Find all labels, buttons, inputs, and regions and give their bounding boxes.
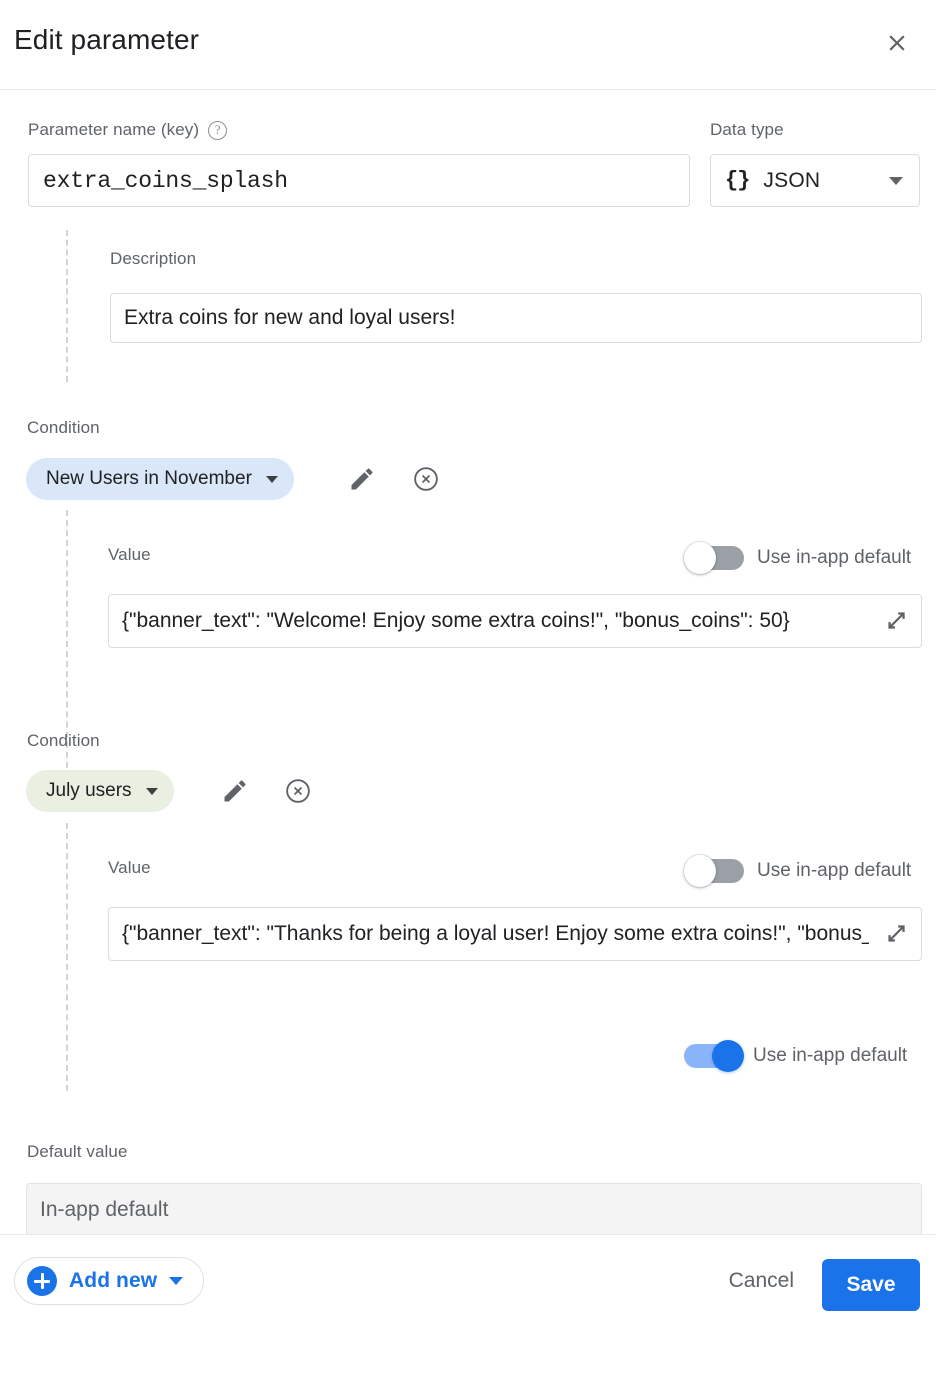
default-use-in-app-default-row: Use in-app default bbox=[684, 1044, 907, 1068]
chevron-down-icon bbox=[169, 1277, 183, 1285]
chevron-down-icon bbox=[266, 476, 278, 483]
value-input-2[interactable]: {"banner_text": "Thanks for being a loya… bbox=[108, 907, 922, 961]
data-type-select[interactable]: {} JSON bbox=[710, 154, 920, 207]
use-in-app-default-label-1: Use in-app default bbox=[757, 547, 911, 569]
edit-condition-button-1[interactable] bbox=[345, 462, 379, 496]
plus-circle-icon bbox=[27, 1266, 57, 1296]
use-in-app-default-row-2: Use in-app default bbox=[688, 859, 911, 883]
parameter-name-input[interactable]: extra_coins_splash bbox=[28, 154, 690, 207]
remove-circle-icon bbox=[412, 465, 440, 493]
expand-value-button-1[interactable] bbox=[879, 604, 913, 638]
value-input-1[interactable]: {"banner_text": "Welcome! Enjoy some ext… bbox=[108, 594, 922, 648]
condition-chip-1[interactable]: New Users in November bbox=[26, 458, 294, 500]
page-title: Edit parameter bbox=[14, 24, 199, 56]
dialog-body: Parameter name (key) ? extra_coins_splas… bbox=[0, 90, 936, 1234]
chevron-down-icon bbox=[146, 788, 158, 795]
toggle-knob bbox=[712, 1040, 744, 1072]
default-use-in-app-default-label: Use in-app default bbox=[753, 1045, 907, 1067]
add-new-button[interactable]: Add new bbox=[14, 1257, 204, 1305]
description-input[interactable]: Extra coins for new and loyal users! bbox=[110, 293, 922, 343]
toggle-knob bbox=[684, 542, 716, 574]
condition-chip-2[interactable]: July users bbox=[26, 770, 174, 812]
value-text-2: {"banner_text": "Thanks for being a loya… bbox=[122, 908, 869, 960]
remove-circle-icon bbox=[284, 777, 312, 805]
expand-diagonal-icon bbox=[883, 921, 909, 947]
save-button[interactable]: Save bbox=[822, 1259, 920, 1311]
data-type-label: Data type bbox=[710, 120, 784, 140]
cancel-button[interactable]: Cancel bbox=[717, 1257, 806, 1305]
condition-label-1: Condition bbox=[27, 418, 100, 438]
close-icon bbox=[884, 30, 910, 56]
use-in-app-default-toggle-2[interactable] bbox=[688, 859, 744, 883]
default-use-in-app-default-toggle[interactable] bbox=[684, 1044, 740, 1068]
parameter-name-label: Parameter name (key) bbox=[28, 120, 199, 140]
use-in-app-default-toggle-1[interactable] bbox=[688, 546, 744, 570]
json-braces-icon: {} bbox=[725, 168, 749, 193]
condition-label-2: Condition bbox=[27, 731, 100, 751]
default-value-placeholder: In-app default bbox=[40, 1198, 168, 1222]
edit-parameter-dialog: Edit parameter Parameter name (key) ? ex… bbox=[0, 0, 936, 1380]
parameter-name-value: extra_coins_splash bbox=[43, 168, 288, 194]
dialog-footer: Add new Cancel Save bbox=[0, 1234, 936, 1380]
pencil-icon bbox=[348, 465, 376, 493]
close-button[interactable] bbox=[880, 26, 914, 60]
value-text-1: {"banner_text": "Welcome! Enjoy some ext… bbox=[122, 595, 869, 647]
default-value-label: Default value bbox=[27, 1142, 128, 1162]
chevron-down-icon bbox=[889, 177, 903, 185]
use-in-app-default-row-1: Use in-app default bbox=[688, 546, 911, 570]
description-value: Extra coins for new and loyal users! bbox=[124, 306, 456, 330]
expand-value-button-2[interactable] bbox=[879, 917, 913, 951]
use-in-app-default-label-2: Use in-app default bbox=[757, 860, 911, 882]
toggle-knob bbox=[684, 855, 716, 887]
add-new-label: Add new bbox=[69, 1269, 157, 1293]
edit-condition-button-2[interactable] bbox=[218, 774, 252, 808]
condition-chip-label-2: July users bbox=[46, 780, 132, 802]
value-label-1: Value bbox=[108, 545, 151, 565]
remove-condition-button-1[interactable] bbox=[409, 462, 443, 496]
description-label: Description bbox=[110, 249, 196, 269]
value-label-2: Value bbox=[108, 858, 151, 878]
data-type-value: JSON bbox=[763, 169, 820, 193]
default-value-input[interactable]: In-app default bbox=[26, 1183, 922, 1237]
remove-condition-button-2[interactable] bbox=[281, 774, 315, 808]
help-circle-icon[interactable]: ? bbox=[208, 121, 227, 140]
condition-chip-label-1: New Users in November bbox=[46, 468, 252, 490]
expand-diagonal-icon bbox=[883, 608, 909, 634]
parameter-name-label-group: Parameter name (key) ? bbox=[28, 120, 227, 140]
dialog-header: Edit parameter bbox=[0, 0, 936, 90]
pencil-icon bbox=[221, 777, 249, 805]
connector-line-condition-2 bbox=[66, 823, 68, 1091]
connector-line-description bbox=[66, 230, 68, 382]
